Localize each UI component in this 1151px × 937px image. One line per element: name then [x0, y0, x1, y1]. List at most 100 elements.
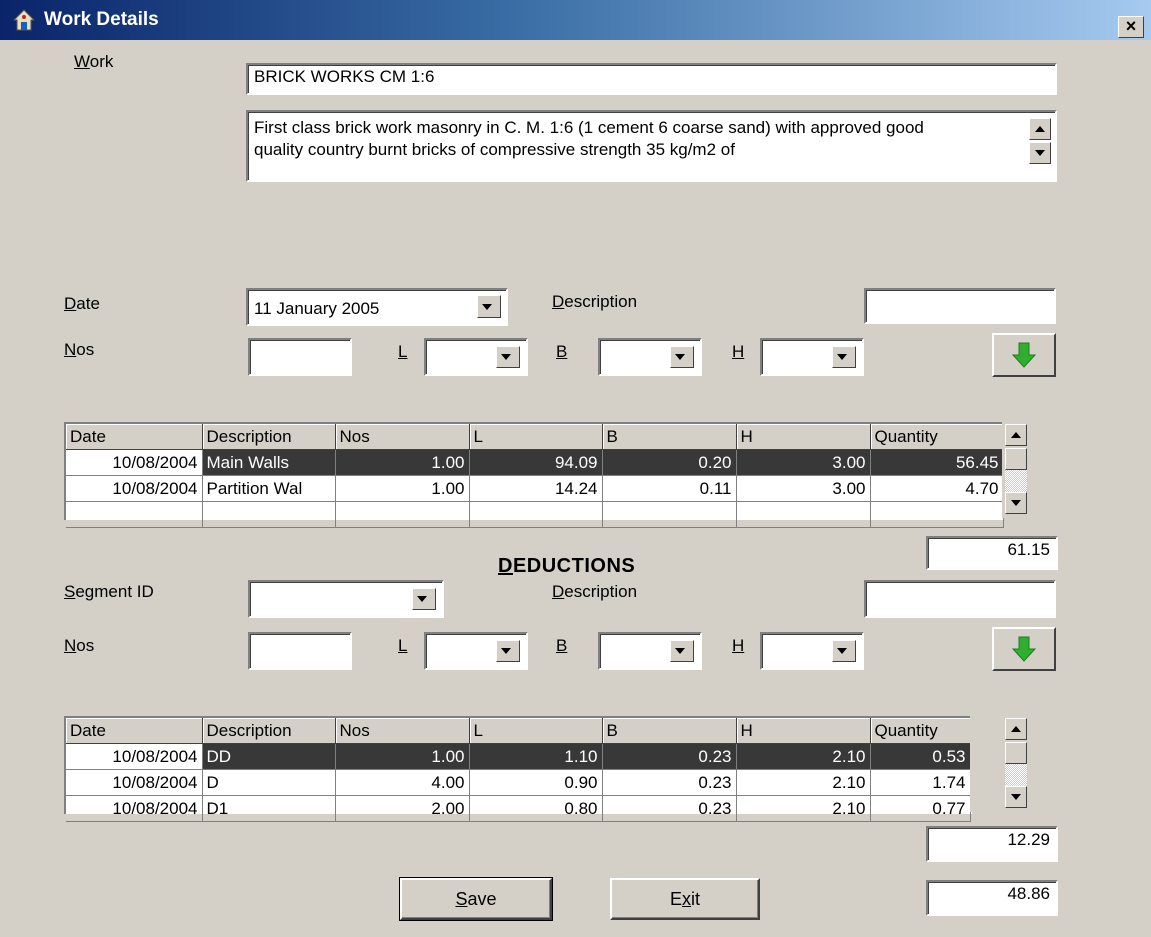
deduction-l-dropdown-button[interactable] — [496, 640, 520, 662]
deductions-cell-date[interactable]: 10/08/2004 — [66, 743, 203, 770]
nos-input[interactable] — [248, 338, 352, 376]
measurements-cell-h[interactable] — [736, 501, 871, 528]
deductions-scroll-down-button[interactable] — [1005, 786, 1027, 808]
measurements-header-h[interactable]: H — [736, 424, 871, 450]
b-dropdown-button[interactable] — [670, 346, 694, 368]
deduction-b-dropdown-button[interactable] — [670, 640, 694, 662]
measurements-cell-h[interactable]: 3.00 — [736, 475, 871, 502]
deductions-header-description[interactable]: Description — [202, 718, 336, 744]
deductions-scroll-thumb[interactable] — [1005, 742, 1027, 764]
deductions-cell-b[interactable]: 0.23 — [602, 743, 737, 770]
work-description-memo[interactable]: First class brick work masonry in C. M. … — [246, 110, 1057, 182]
deduction-b-dropdown[interactable] — [598, 632, 702, 670]
deductions-row[interactable]: 10/08/2004 DD 1.00 1.10 0.23 2.10 0.53 — [66, 743, 971, 770]
measurements-grid[interactable]: Date Description Nos L B H Quantity 10/08/2004… — [64, 422, 1004, 528]
add-measurement-button[interactable] — [992, 333, 1056, 377]
description-input[interactable] — [864, 288, 1056, 324]
measurements-cell-date[interactable]: 10/08/2004 — [66, 449, 203, 476]
save-button[interactable]: Save — [399, 877, 553, 921]
measurements-cell-b[interactable]: 0.11 — [602, 475, 737, 502]
deductions-cell-date[interactable]: 10/08/2004 — [66, 795, 203, 822]
measurements-row[interactable]: 10/08/2004 Partition Wal 1.00 14.24 0.11 3.00… — [66, 475, 1004, 502]
l-dropdown[interactable] — [424, 338, 528, 376]
deductions-header-l[interactable]: L — [469, 718, 603, 744]
deductions-scrollbar[interactable] — [970, 716, 1030, 812]
measurements-cell-l[interactable]: 94.09 — [469, 449, 603, 476]
h-dropdown-button[interactable] — [832, 346, 856, 368]
add-deduction-button[interactable] — [992, 627, 1056, 671]
deductions-cell-description[interactable]: DD — [202, 743, 336, 770]
deduction-l-dropdown[interactable] — [424, 632, 528, 670]
deductions-grid[interactable]: Date Description Nos L B H Quantity 10/08/2004… — [64, 716, 972, 822]
deductions-header-b[interactable]: B — [602, 718, 737, 744]
measurements-cell-description[interactable] — [202, 501, 336, 528]
measurements-cell-l[interactable] — [469, 501, 603, 528]
deductions-cell-nos[interactable]: 2.00 — [335, 795, 470, 822]
measurements-header-nos[interactable]: Nos — [335, 424, 470, 450]
memo-scroll-up-button[interactable] — [1029, 118, 1051, 140]
deductions-cell-l[interactable]: 0.90 — [469, 769, 603, 796]
deductions-cell-b[interactable]: 0.23 — [602, 769, 737, 796]
measurements-row[interactable]: 10/08/2004 Main Walls 1.00 94.09 0.20 3.00 56.… — [66, 449, 1004, 476]
deduction-h-dropdown-button[interactable] — [832, 640, 856, 662]
measurements-cell-date[interactable]: 10/08/2004 — [66, 475, 203, 502]
date-dropdown-button[interactable] — [477, 295, 501, 318]
deductions-header-quantity[interactable]: Quantity — [870, 718, 971, 744]
measurements-cell-nos[interactable]: 1.00 — [335, 449, 470, 476]
deductions-cell-nos[interactable]: 4.00 — [335, 769, 470, 796]
deductions-header-date[interactable]: Date — [66, 718, 203, 744]
measurements-header-description[interactable]: Description — [202, 424, 336, 450]
measurements-cell-quantity[interactable] — [870, 501, 1004, 528]
deductions-cell-quantity[interactable]: 0.77 — [870, 795, 971, 822]
measurements-header-b[interactable]: B — [602, 424, 737, 450]
grid-scroll-track[interactable] — [1005, 470, 1027, 492]
measurements-cell-b[interactable] — [602, 501, 737, 528]
deduction-description-input[interactable] — [864, 580, 1056, 618]
deductions-cell-description[interactable]: D1 — [202, 795, 336, 822]
deductions-cell-l[interactable]: 0.80 — [469, 795, 603, 822]
measurements-header-date[interactable]: Date — [66, 424, 203, 450]
exit-button[interactable]: Exit — [610, 878, 760, 920]
measurements-cell-description[interactable]: Main Walls — [202, 449, 336, 476]
grid-scroll-down-button[interactable] — [1005, 492, 1027, 514]
deductions-cell-quantity[interactable]: 1.74 — [870, 769, 971, 796]
b-dropdown[interactable] — [598, 338, 702, 376]
title-bar[interactable]: Work Details × — [0, 0, 1151, 40]
deductions-cell-date[interactable]: 10/08/2004 — [66, 769, 203, 796]
deductions-scroll-up-button[interactable] — [1005, 718, 1027, 740]
deductions-cell-h[interactable]: 2.10 — [736, 795, 871, 822]
deductions-scroll-track[interactable] — [1005, 764, 1027, 786]
measurements-cell-date[interactable] — [66, 501, 203, 528]
deductions-row[interactable]: 10/08/2004 D1 2.00 0.80 0.23 2.10 0.77 — [66, 795, 971, 822]
grid-scroll-thumb[interactable] — [1005, 448, 1027, 470]
deductions-cell-h[interactable]: 2.10 — [736, 769, 871, 796]
deductions-cell-h[interactable]: 2.10 — [736, 743, 871, 770]
measurements-cell-l[interactable]: 14.24 — [469, 475, 603, 502]
l-dropdown-button[interactable] — [496, 346, 520, 368]
deductions-cell-l[interactable]: 1.10 — [469, 743, 603, 770]
segment-id-dropdown[interactable] — [248, 580, 444, 618]
deductions-cell-nos[interactable]: 1.00 — [335, 743, 470, 770]
segment-id-dropdown-button[interactable] — [412, 588, 436, 610]
date-picker[interactable]: 11 January 2005 — [246, 288, 508, 326]
deductions-cell-quantity[interactable]: 0.53 — [870, 743, 971, 770]
measurements-cell-nos[interactable] — [335, 501, 470, 528]
measurements-cell-nos[interactable]: 1.00 — [335, 475, 470, 502]
deductions-row[interactable]: 10/08/2004 D 4.00 0.90 0.23 2.10 1.74 — [66, 769, 971, 796]
measurements-cell-h[interactable]: 3.00 — [736, 449, 871, 476]
measurements-row[interactable] — [66, 501, 1004, 528]
measurements-cell-quantity[interactable]: 4.70 — [870, 475, 1004, 502]
measurements-cell-quantity[interactable]: 56.45 — [870, 449, 1004, 476]
deductions-header-nos[interactable]: Nos — [335, 718, 470, 744]
deduction-nos-input[interactable] — [248, 632, 352, 670]
deductions-header-h[interactable]: H — [736, 718, 871, 744]
measurements-cell-b[interactable]: 0.20 — [602, 449, 737, 476]
memo-scroll-down-button[interactable] — [1029, 142, 1051, 164]
measurements-scrollbar[interactable] — [1002, 422, 1030, 518]
h-dropdown[interactable] — [760, 338, 864, 376]
measurements-header-l[interactable]: L — [469, 424, 603, 450]
work-name-field[interactable]: BRICK WORKS CM 1:6 — [246, 63, 1057, 95]
measurements-header-quantity[interactable]: Quantity — [870, 424, 1004, 450]
close-button[interactable]: × — [1118, 16, 1144, 38]
grid-scroll-up-button[interactable] — [1005, 424, 1027, 446]
